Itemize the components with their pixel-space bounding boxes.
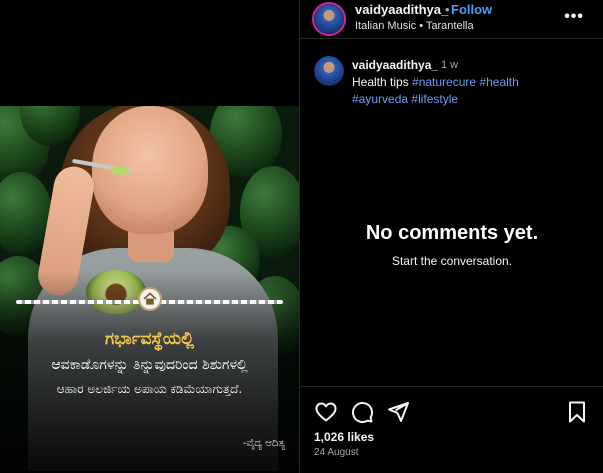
post-date[interactable]: 24 August [314,447,358,458]
overlay-line-2: ಆಹಾರ ಅಲರ್ಜಿಯ ಅಪಾಯ ಕಡಿಮೆಯಾಗುತ್ತದೆ. [56,382,243,396]
no-comments-title: No comments yet. [365,222,539,244]
likes-count[interactable]: 1,026 likes [314,430,374,444]
post-details-panel: vaidyaadithya_ • Follow Italian Music • … [299,0,603,473]
overlay-title: ಗರ್ಭಾವಸ್ಥೆಯಲ್ಲಿ [104,329,194,349]
hashtag-link[interactable]: #naturecure [412,75,476,89]
hashtag-link[interactable]: #ayurveda [352,92,408,106]
post-media[interactable]: ಗರ್ಭಾವಸ್ಥೆಯಲ್ಲಿ ಆವಕಾಡೊಗಳನ್ನು ತಿನ್ನುವುದರಿ… [0,0,299,473]
avatar[interactable] [312,2,346,36]
audio-track-link[interactable]: Italian Music • Tarantella [355,20,474,32]
caption-timestamp[interactable]: 1 w [441,59,458,71]
header-username[interactable]: vaidyaadithya_ [355,2,448,17]
caption-avatar[interactable] [314,56,344,86]
hashtag-link[interactable]: #health [479,75,518,89]
caption-text: Health tips #naturecure #health #ayurveda… [352,74,592,108]
hashtag-link[interactable]: #lifestyle [411,92,458,106]
action-bar: 1,026 likes 24 August [300,386,603,473]
header-separator: • [445,2,450,17]
avatar-image [314,56,344,86]
bookmark-icon[interactable] [565,400,589,424]
home-icon [138,287,162,311]
heart-icon[interactable] [314,400,338,424]
more-icon[interactable]: ••• [564,8,584,26]
caption-username[interactable]: vaidyaadithya_ [352,58,438,72]
send-icon[interactable] [386,400,410,424]
overlay-signature: -ವೈದ್ಯ ಆದಿತ್ಯ [242,438,285,449]
spoon-head [110,166,130,175]
follow-button[interactable]: Follow [451,2,492,17]
caption-prefix: Health tips [352,75,413,89]
no-comments-subtitle: Start the conversation. [391,254,513,268]
post-header: vaidyaadithya_ • Follow Italian Music • … [300,0,603,39]
comment-icon[interactable] [350,400,374,424]
overlay-line-1: ಆವಕಾಡೊಗಳನ್ನು ತಿನ್ನುವುದರಿಂದ ಶಿಶುಗಳಲ್ಲಿ [51,357,248,373]
avatar-image [314,4,344,34]
